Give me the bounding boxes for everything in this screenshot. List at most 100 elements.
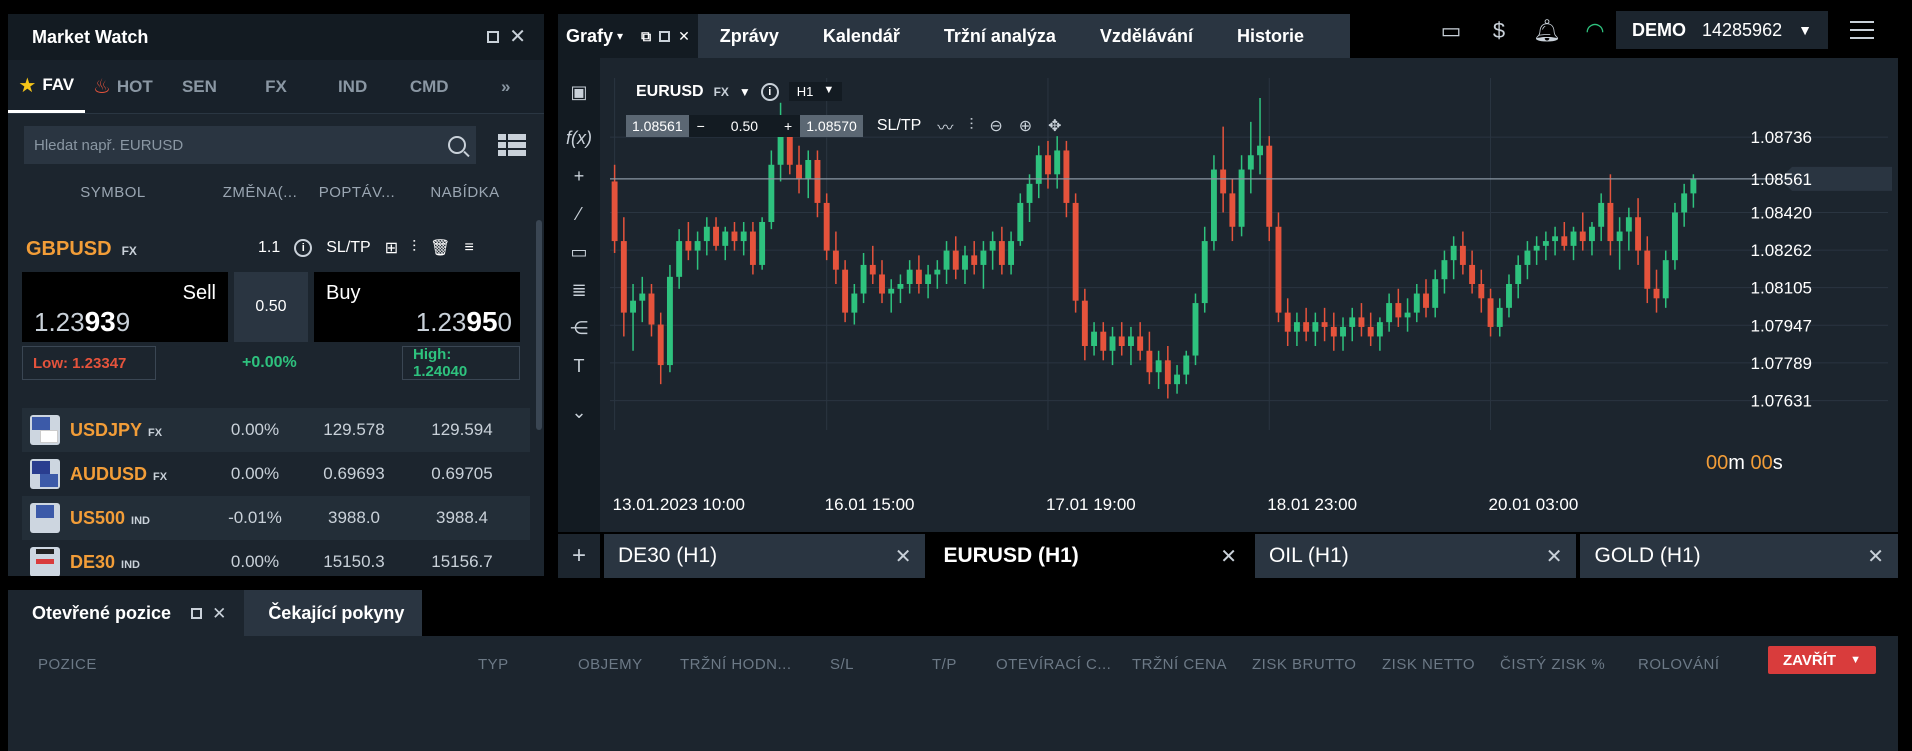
chart-panel[interactable]: 1.08736 1.08420 1.08262 1.08105 1.07947 1.077… [558, 58, 1898, 532]
pan-icon[interactable]: ✥ [1048, 116, 1061, 136]
category-tab-fav[interactable]: ★ FAV [8, 60, 85, 113]
category-tab-sen[interactable]: SEN [161, 60, 238, 113]
chevron-down-icon[interactable]: ▼ [739, 85, 751, 99]
column-bid[interactable]: POPTÁV... [302, 184, 412, 201]
market-watch-scrollbar[interactable] [536, 220, 542, 430]
chart-tab-de30[interactable]: DE30 (H1) ✕ [603, 534, 926, 578]
close-icon[interactable]: ✕ [212, 605, 226, 622]
bell-icon[interactable]: 🔔︎ [1533, 18, 1561, 44]
instrument-row-usdjpy[interactable]: USDJPY FX 0.00% 129.578 129.594 [22, 408, 530, 452]
info-icon[interactable]: i [760, 82, 779, 101]
chart-tab-eurusd[interactable]: EURUSD (H1) ✕ [929, 534, 1251, 578]
column-gross-profit[interactable]: ZISK BRUTTO [1252, 656, 1382, 673]
featured-symbol[interactable]: GBPUSD FX [26, 238, 137, 261]
column-tp[interactable]: T/P [932, 656, 996, 673]
column-net-profit-pct[interactable]: ČISTÝ ZISK % [1500, 656, 1638, 673]
column-volume[interactable]: OBJEMY [578, 656, 680, 673]
column-position[interactable]: POZICE [8, 656, 478, 673]
rectangle-tool-icon[interactable]: ▭ [568, 240, 590, 264]
fibonacci-tool-icon[interactable]: ≣ [568, 278, 590, 302]
close-icon[interactable]: ✕ [1220, 544, 1237, 569]
maximize-icon[interactable] [659, 30, 671, 42]
row-bid[interactable]: 0.69693 [300, 464, 408, 484]
search-input[interactable] [34, 136, 448, 154]
close-icon[interactable]: ✕ [509, 27, 526, 47]
sltp-button[interactable]: SL/TP [326, 239, 370, 257]
pitchfork-tool-icon[interactable]: ⋲ [568, 316, 590, 340]
chart-tab-gold[interactable]: GOLD (H1) ✕ [1580, 534, 1898, 578]
search-icon[interactable] [448, 136, 466, 154]
chart-tab-oil[interactable]: OIL (H1) ✕ [1254, 534, 1577, 578]
instrument-row-de30[interactable]: DE30 IND 0.00% 15150.3 15156.7 [22, 540, 530, 576]
maximize-icon[interactable] [487, 31, 500, 43]
currency-exchange-icon[interactable]: $ [1486, 18, 1512, 44]
instrument-row-us500[interactable]: US500 IND -0.01% 3988.0 3988.4 [22, 496, 530, 540]
add-list-icon[interactable]: ≡ [464, 239, 473, 257]
column-ask[interactable]: NABÍDKA [412, 184, 518, 201]
close-icon[interactable]: ✕ [1867, 544, 1884, 569]
chart-type-icon[interactable]: ▣ [568, 80, 590, 104]
category-tab-fx[interactable]: FX [238, 60, 315, 113]
popout-icon[interactable]: ⧉ [641, 28, 651, 45]
instrument-row-audusd[interactable]: AUDUSD FX 0.00% 0.69693 0.69705 [22, 452, 530, 496]
zoom-in-icon[interactable]: ⊕ [1019, 116, 1032, 136]
row-ask[interactable]: 0.69705 [408, 464, 516, 484]
column-sl[interactable]: S/L [830, 656, 932, 673]
line-chart-icon[interactable]: 〰 [937, 114, 953, 138]
account-selector[interactable]: DEMO 14285962 ▼ [1616, 11, 1828, 49]
category-tab-hot[interactable]: ♨ HOT [85, 60, 162, 113]
category-tab-cmd[interactable]: CMD [391, 60, 468, 113]
sell-button[interactable]: Sell 1.23939 [22, 272, 228, 342]
tab-open-positions[interactable]: Otevřené pozice ✕ [8, 590, 245, 636]
column-change[interactable]: ZMĚNA(... [218, 184, 302, 201]
row-bid[interactable]: 15150.3 [300, 552, 408, 572]
nav-market-analysis[interactable]: Tržní analýza [922, 14, 1078, 58]
market-watch-tab[interactable]: Market Watch ✕ [8, 14, 544, 60]
text-tool-icon[interactable]: T [568, 354, 590, 378]
add-icon[interactable]: ⊞ [385, 238, 398, 258]
chart-buy-price[interactable]: 1.08570 [800, 115, 863, 137]
info-icon[interactable]: i [294, 239, 313, 257]
column-symbol[interactable]: SYMBOL [8, 184, 218, 201]
add-chart-button[interactable]: + [558, 534, 600, 578]
row-ask[interactable]: 15156.7 [408, 552, 516, 572]
chart-icon[interactable]: ⫶ [412, 239, 416, 257]
chart-sltp-button[interactable]: SL/TP [877, 117, 921, 135]
nav-charts[interactable]: Grafy ▾ ⧉ ✕ [558, 14, 698, 58]
close-icon[interactable]: ✕ [895, 544, 912, 569]
nav-calendar[interactable]: Kalendář [801, 14, 922, 58]
timeframe-select[interactable]: H1 ▼ [788, 82, 843, 101]
row-bid[interactable]: 3988.0 [300, 508, 408, 528]
chevron-down-icon[interactable]: ⌄ [568, 400, 590, 424]
nav-history[interactable]: Historie [1215, 14, 1326, 58]
line-tool-icon[interactable]: ⁄ [568, 202, 590, 226]
column-type[interactable]: TYP [478, 656, 578, 673]
chart-pair[interactable]: EURUSD [636, 83, 704, 101]
menu-icon[interactable] [1850, 21, 1874, 45]
column-open-price[interactable]: OTEVÍRACÍ C... [996, 656, 1132, 673]
row-ask[interactable]: 3988.4 [408, 508, 516, 528]
indicator-icon[interactable]: f(x) [566, 126, 592, 150]
chart-sell-price[interactable]: 1.08561 [626, 115, 689, 137]
zoom-out-icon[interactable]: ⊖ [989, 116, 1002, 136]
close-icon[interactable]: ✕ [678, 28, 690, 45]
crosshair-icon[interactable]: + [568, 164, 590, 188]
nav-education[interactable]: Vzdělávání [1078, 14, 1215, 58]
tab-pending-orders[interactable]: Čekající pokyny [244, 590, 423, 636]
volume-decrease-button[interactable]: − [688, 115, 713, 137]
close-all-button[interactable]: ZAVŘÍT ▼ [1768, 646, 1876, 674]
row-bid[interactable]: 129.578 [300, 420, 408, 440]
nav-news[interactable]: Zprávy [698, 14, 801, 58]
volume-increase-button[interactable]: + [776, 115, 801, 137]
maximize-icon[interactable] [191, 607, 203, 619]
column-market-value[interactable]: TRŽNÍ HODN... [680, 656, 830, 673]
buy-button[interactable]: Buy 1.23950 [314, 272, 520, 342]
column-rollover[interactable]: ROLOVÁNÍ [1638, 656, 1748, 673]
category-tab-ind[interactable]: IND [314, 60, 391, 113]
row-ask[interactable]: 129.594 [408, 420, 516, 440]
volume-input[interactable]: 0.50 [234, 272, 308, 342]
trash-icon[interactable]: 🗑 [430, 238, 450, 258]
close-icon[interactable]: ✕ [1546, 544, 1563, 569]
column-market-price[interactable]: TRŽNÍ CENA [1132, 656, 1252, 673]
column-net-profit[interactable]: ZISK NETTO [1382, 656, 1500, 673]
